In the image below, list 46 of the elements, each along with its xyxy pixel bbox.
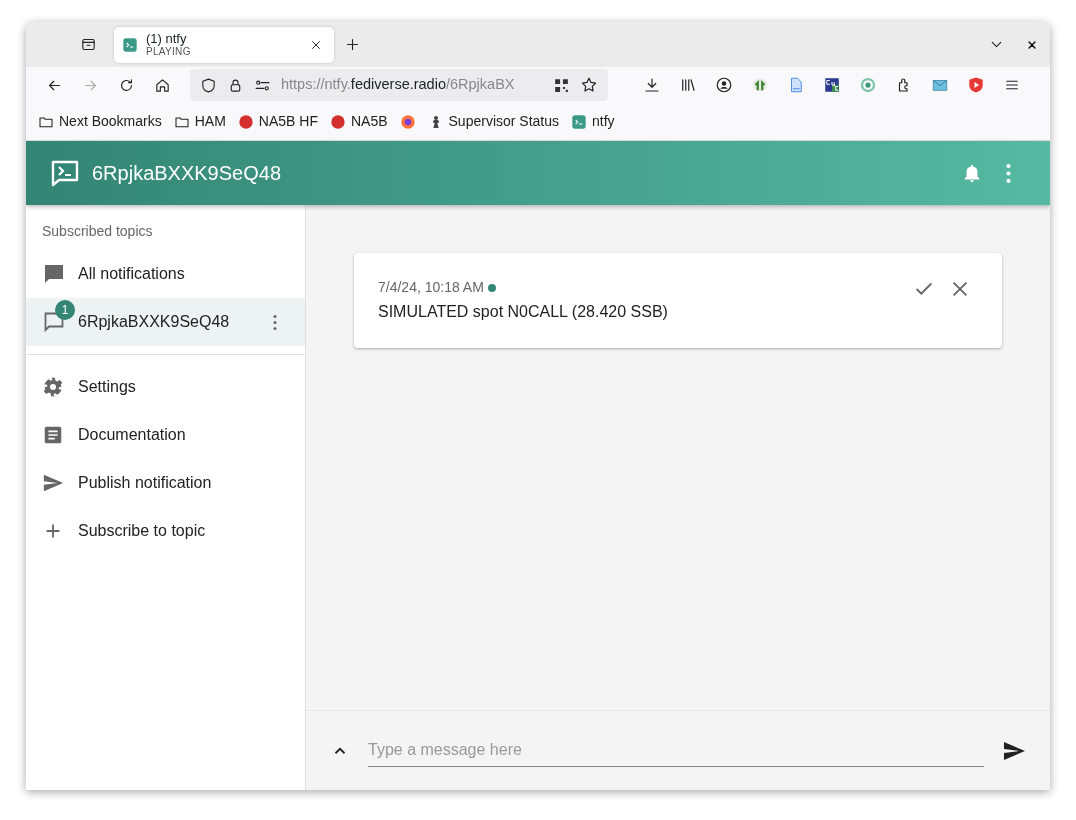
address-bar[interactable]: https://ntfy.fediverse.radio/6RpjkaBX	[190, 69, 608, 101]
sidebar-heading: Subscribed topics	[41, 222, 154, 241]
app-title: 6RpjkaBXXK9SeQ48	[92, 161, 281, 185]
browser-tab[interactable]: (1) ntfy PLAYING	[114, 26, 334, 63]
sidebar-menu-item[interactable]: Subscribe to topic	[26, 507, 305, 555]
library-icon	[679, 76, 697, 94]
notification-time: 7/4/24, 10:18 AM	[378, 278, 484, 297]
download-icon	[643, 76, 661, 94]
topic-item[interactable]: All notifications	[26, 250, 305, 298]
bookmark[interactable]: Next Bookmarks	[38, 111, 162, 132]
tray-icon	[79, 36, 97, 53]
terminal-icon	[571, 113, 588, 130]
bookmark[interactable]: HAM	[173, 111, 226, 132]
bookmark[interactable]: NA5B	[329, 111, 388, 132]
sidebar-menu-item[interactable]: Documentation	[26, 411, 305, 459]
sidebar-menu-item[interactable]: Publish notification	[26, 459, 305, 507]
ring-icon	[859, 76, 877, 94]
gear-icon	[42, 376, 64, 398]
topic-item[interactable]: 1 6RpjkaBXXK9SeQ48	[26, 298, 305, 346]
document-icon	[42, 424, 64, 446]
bookmark[interactable]: ntfy	[571, 111, 615, 132]
bookmark[interactable]: NA5B HF	[237, 111, 318, 132]
qr-code-icon	[553, 76, 570, 94]
url-text: https://ntfy.fediverse.radio/6RpjkaBX	[281, 75, 516, 95]
more-vertical-icon	[273, 314, 277, 330]
star-icon	[580, 76, 598, 94]
send-icon	[42, 472, 64, 494]
message-input-field[interactable]: Type a message here	[368, 734, 984, 767]
account-icon	[715, 76, 733, 94]
sidebar-menu-item[interactable]: Settings	[26, 363, 305, 411]
app-logo-icon	[50, 159, 80, 187]
firefox-bookmark[interactable]	[399, 113, 416, 130]
unread-count-badge: 1	[55, 300, 75, 320]
terminal-icon	[122, 36, 138, 53]
arrows-badge-icon	[751, 76, 769, 94]
more-vertical-icon	[1005, 163, 1011, 183]
tab-title: (1) ntfy	[146, 31, 188, 47]
firefox-icon	[399, 113, 416, 130]
chat-bubble-icon	[42, 262, 66, 286]
bookmark[interactable]: Supervisor Status	[427, 111, 560, 132]
home-icon	[153, 76, 171, 94]
play-shield-icon	[967, 76, 985, 94]
notification-message: SIMULATED spot N0CALL (28.420 SSB)	[378, 302, 669, 322]
tab-status: PLAYING	[146, 46, 192, 58]
shield-icon	[200, 76, 217, 94]
c4c-extension-icon	[823, 76, 841, 94]
